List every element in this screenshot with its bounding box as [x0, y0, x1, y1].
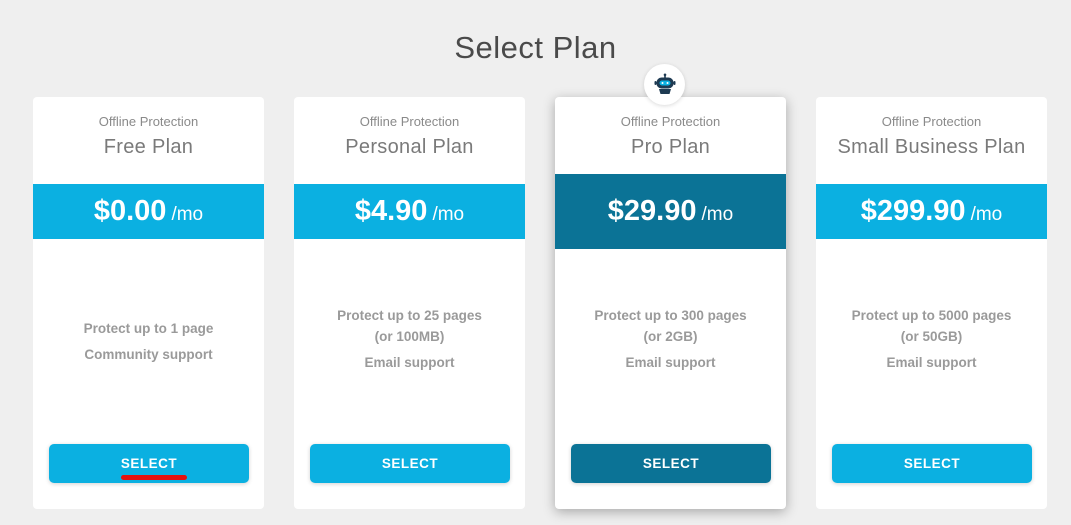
- plan-card-free: Offline Protection Free Plan $0.00 /mo P…: [33, 97, 264, 509]
- plan-subtitle: Offline Protection: [620, 114, 721, 129]
- feature-list: Protect up to 5000 pages (or 50GB) Email…: [816, 305, 1047, 378]
- price-period: /mo: [171, 203, 204, 225]
- plan-card-personal: Offline Protection Personal Plan $4.90 /…: [294, 97, 525, 509]
- feature-item: (or 2GB): [643, 329, 698, 344]
- price-band: $0.00 /mo: [33, 184, 264, 239]
- select-pro-plan-button[interactable]: SELECT: [571, 444, 771, 483]
- robot-icon: [654, 73, 675, 94]
- price-amount: $29.90: [607, 195, 697, 227]
- feature-item: Email support: [886, 355, 977, 370]
- plan-name: Free Plan: [103, 136, 194, 158]
- annotation-underline: [121, 475, 187, 480]
- plan-name: Pro Plan: [630, 136, 711, 158]
- feature-item: Protect up to 300 pages: [594, 308, 747, 323]
- plan-subtitle: Offline Protection: [881, 114, 982, 129]
- feature-item: (or 50GB): [900, 329, 963, 344]
- price-period: /mo: [701, 203, 734, 225]
- select-small-business-plan-button[interactable]: SELECT: [832, 444, 1032, 483]
- featured-badge: [644, 64, 685, 105]
- feature-list: Protect up to 300 pages (or 2GB) Email s…: [555, 305, 786, 378]
- price-period: /mo: [432, 203, 465, 225]
- feature-item: Email support: [364, 355, 455, 370]
- price-band: $299.90 /mo: [816, 184, 1047, 239]
- feature-item: Email support: [625, 355, 716, 370]
- feature-item: Protect up to 25 pages: [337, 308, 482, 323]
- feature-list: Protect up to 25 pages (or 100MB) Email …: [294, 305, 525, 378]
- price-band: $4.90 /mo: [294, 184, 525, 239]
- feature-item: (or 100MB): [374, 329, 445, 344]
- feature-item: Community support: [84, 347, 213, 362]
- price-band: $29.90 /mo: [555, 174, 786, 249]
- price-amount: $0.00: [93, 195, 167, 227]
- plan-subtitle: Offline Protection: [359, 114, 460, 129]
- page-title: Select Plan: [454, 30, 617, 65]
- price-amount: $4.90: [354, 195, 428, 227]
- plan-subtitle: Offline Protection: [98, 114, 199, 129]
- price-amount: $299.90: [860, 195, 966, 227]
- plan-card-pro: Offline Protection Pro Plan $29.90 /mo P…: [555, 97, 786, 509]
- select-personal-plan-button[interactable]: SELECT: [310, 444, 510, 483]
- feature-list: Protect up to 1 page Community support: [33, 318, 264, 370]
- plan-name: Personal Plan: [345, 136, 474, 158]
- feature-item: Protect up to 5000 pages: [851, 308, 1012, 323]
- price-period: /mo: [970, 203, 1003, 225]
- feature-item: Protect up to 1 page: [83, 321, 214, 336]
- plan-name: Small Business Plan: [837, 136, 1026, 158]
- plan-card-small-business: Offline Protection Small Business Plan $…: [816, 97, 1047, 509]
